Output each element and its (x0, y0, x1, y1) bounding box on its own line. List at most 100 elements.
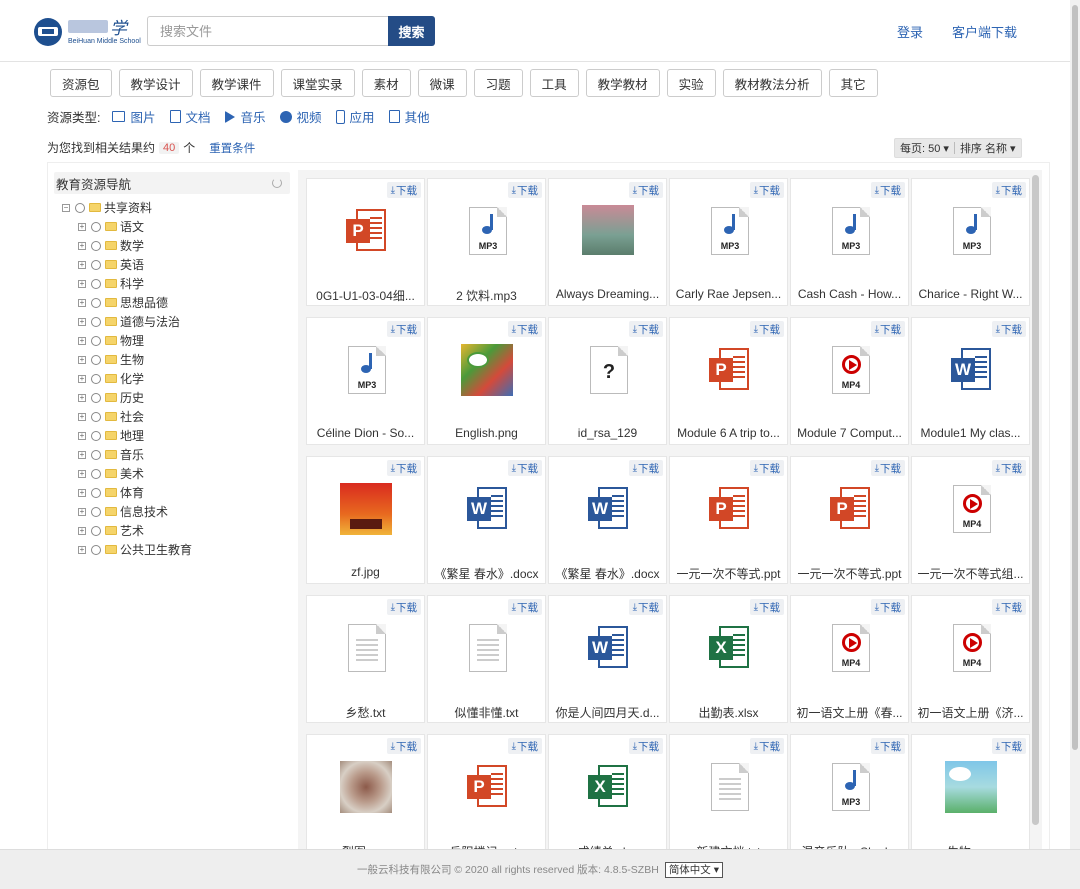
download-button[interactable]: 下载 (507, 738, 542, 754)
download-button[interactable]: 下载 (749, 460, 784, 476)
download-button[interactable]: 下载 (628, 599, 663, 615)
radio-icon[interactable] (91, 506, 101, 517)
file-name[interactable]: 你是人间四月天.d... (553, 704, 662, 721)
tree-node[interactable]: + 物理 (62, 331, 192, 350)
radio-icon[interactable] (91, 316, 101, 327)
school-logo[interactable]: 学 BeiHuan Middle School (34, 14, 144, 48)
file-card[interactable]: 下载X 出勤表.xlsx (669, 595, 788, 723)
file-name[interactable]: 《繁星 春水》.docx (553, 565, 662, 582)
file-thumbnail[interactable] (945, 761, 997, 813)
radio-icon[interactable] (91, 468, 101, 479)
file-card[interactable]: 下载W Module1 My clas... (911, 317, 1030, 445)
radio-icon[interactable] (75, 202, 85, 213)
radio-icon[interactable] (91, 278, 101, 289)
download-button[interactable]: 下载 (628, 321, 663, 337)
download-button[interactable]: 下载 (386, 599, 421, 615)
tree-node[interactable]: + 体育 (62, 483, 192, 502)
file-thumbnail[interactable]: MP3 (824, 761, 876, 813)
expand-icon[interactable]: + (78, 545, 86, 554)
download-button[interactable]: 下载 (749, 599, 784, 615)
download-button[interactable]: 下载 (991, 321, 1026, 337)
expand-icon[interactable]: + (78, 526, 86, 535)
expand-icon[interactable]: + (78, 507, 86, 516)
login-link[interactable]: 登录 (897, 22, 923, 41)
tree-node[interactable]: + 化学 (62, 369, 192, 388)
search-input[interactable] (147, 16, 389, 46)
category-button[interactable]: 习题 (473, 69, 523, 97)
file-thumbnail[interactable]: P (824, 483, 876, 535)
download-button[interactable]: 下载 (386, 738, 421, 754)
download-button[interactable]: 下载 (870, 738, 905, 754)
file-card[interactable]: 下载MP4 Module 7 Comput... (790, 317, 909, 445)
download-button[interactable]: 下载 (870, 599, 905, 615)
file-name[interactable]: Cash Cash - How... (795, 287, 904, 301)
file-card[interactable]: 下载生物.png (911, 734, 1030, 850)
download-button[interactable]: 下载 (507, 460, 542, 476)
file-name[interactable]: 一元一次不等式组... (916, 565, 1025, 582)
expand-icon[interactable]: + (78, 355, 86, 364)
expand-icon[interactable]: + (78, 469, 86, 478)
file-thumbnail[interactable]: MP3 (340, 344, 392, 396)
tree-node[interactable]: + 数学 (62, 236, 192, 255)
radio-icon[interactable] (91, 525, 101, 536)
download-button[interactable]: 下载 (386, 460, 421, 476)
tree-node[interactable]: + 音乐 (62, 445, 192, 464)
expand-icon[interactable]: + (78, 260, 86, 269)
file-name[interactable]: Carly Rae Jepsen... (674, 287, 783, 301)
radio-icon[interactable] (91, 392, 101, 403)
tree-node[interactable]: + 地理 (62, 426, 192, 445)
file-card[interactable]: 下载W 你是人间四月天.d... (548, 595, 667, 723)
category-button[interactable]: 教学课件 (199, 69, 274, 97)
file-card[interactable]: 下载P 0G1-U1-03-04细... (306, 178, 425, 306)
download-button[interactable]: 下载 (507, 599, 542, 615)
download-button[interactable]: 下载 (870, 321, 905, 337)
filter-app[interactable]: 应用 (335, 107, 375, 126)
download-button[interactable]: 下载 (386, 182, 421, 198)
file-card[interactable]: 下载乡愁.txt (306, 595, 425, 723)
download-button[interactable]: 下载 (749, 321, 784, 337)
category-button[interactable]: 工具 (529, 69, 579, 97)
file-thumbnail[interactable]: MP4 (824, 622, 876, 674)
file-card[interactable]: 下载裂图.png (306, 734, 425, 850)
file-card[interactable]: 下载P 一元一次不等式.ppt (790, 456, 909, 584)
download-button[interactable]: 下载 (507, 321, 542, 337)
language-select[interactable]: 简体中文 ▾ (664, 861, 724, 878)
file-name[interactable]: Module 7 Comput... (795, 426, 904, 440)
file-card[interactable]: 下载MP4 初一语文上册《济... (911, 595, 1030, 723)
download-button[interactable]: 下载 (991, 738, 1026, 754)
tree-node[interactable]: + 科学 (62, 274, 192, 293)
radio-icon[interactable] (91, 449, 101, 460)
tree-node[interactable]: + 生物 (62, 350, 192, 369)
file-thumbnail[interactable] (461, 622, 513, 674)
file-name[interactable]: zf.jpg (311, 565, 420, 579)
file-name[interactable]: 初一语文上册《济... (916, 704, 1025, 721)
file-name[interactable]: Céline Dion - So... (311, 426, 420, 440)
expand-icon[interactable]: + (78, 374, 86, 383)
file-thumbnail[interactable]: P (703, 483, 755, 535)
file-thumbnail[interactable]: P (340, 205, 392, 257)
file-card[interactable]: 下载MP3混音乐队 - Sha l... (790, 734, 909, 850)
file-name[interactable]: Charice - Right W... (916, 287, 1025, 301)
filter-image[interactable]: 图片 (112, 107, 156, 126)
file-card[interactable]: 下载 MP3 Céline Dion - So... (306, 317, 425, 445)
file-card[interactable]: 下载 Always Dreaming... (548, 178, 667, 306)
download-button[interactable]: 下载 (991, 182, 1026, 198)
category-button[interactable]: 教材教法分析 (722, 69, 822, 97)
file-card[interactable]: 下载W 《繁星 春水》.docx (427, 456, 546, 584)
tree-node[interactable]: + 英语 (62, 255, 192, 274)
file-thumbnail[interactable]: W (461, 483, 513, 535)
file-card[interactable]: 下载新建文档.txt (669, 734, 788, 850)
file-name[interactable]: 初一语文上册《春... (795, 704, 904, 721)
category-button[interactable]: 其它 (828, 69, 878, 97)
file-name[interactable]: 一元一次不等式.ppt (795, 565, 904, 582)
download-button[interactable]: 下载 (628, 738, 663, 754)
download-button[interactable]: 下载 (749, 738, 784, 754)
page-scrollbar-thumb[interactable] (1072, 5, 1078, 750)
file-name[interactable]: 似懂非懂.txt (432, 704, 541, 721)
download-button[interactable]: 下载 (386, 321, 421, 337)
file-card[interactable]: 下载MP3 2 饮料.mp3 (427, 178, 546, 306)
download-button[interactable]: 下载 (507, 182, 542, 198)
file-thumbnail[interactable]: X (582, 761, 634, 813)
file-card[interactable]: 下载X成绩单.xlsx (548, 734, 667, 850)
radio-icon[interactable] (91, 259, 101, 270)
